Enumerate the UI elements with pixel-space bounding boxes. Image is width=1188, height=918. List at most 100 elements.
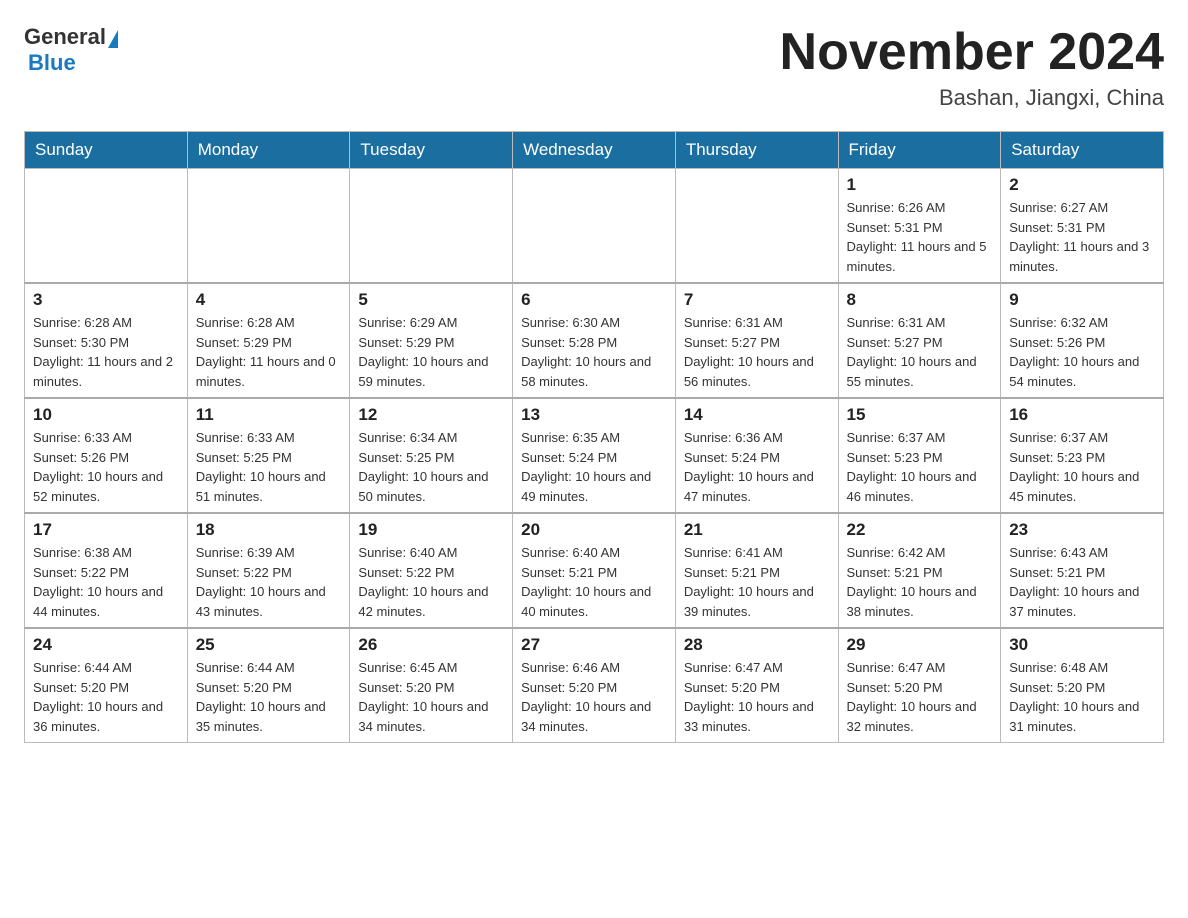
calendar-week-row: 1Sunrise: 6:26 AMSunset: 5:31 PMDaylight… xyxy=(25,169,1164,284)
day-info: Sunrise: 6:39 AMSunset: 5:22 PMDaylight:… xyxy=(196,543,342,621)
logo: General Blue xyxy=(24,24,120,76)
day-number: 18 xyxy=(196,520,342,540)
day-info: Sunrise: 6:40 AMSunset: 5:21 PMDaylight:… xyxy=(521,543,667,621)
calendar-cell xyxy=(187,169,350,284)
day-info: Sunrise: 6:33 AMSunset: 5:25 PMDaylight:… xyxy=(196,428,342,506)
day-info: Sunrise: 6:43 AMSunset: 5:21 PMDaylight:… xyxy=(1009,543,1155,621)
page-header: General Blue November 2024 Bashan, Jiang… xyxy=(24,24,1164,111)
day-info: Sunrise: 6:37 AMSunset: 5:23 PMDaylight:… xyxy=(1009,428,1155,506)
calendar-cell: 26 Sunrise: 6:45 AMSunset: 5:20 PMDayligh… xyxy=(350,628,513,743)
calendar-cell: 30 Sunrise: 6:48 AMSunset: 5:20 PMDayligh… xyxy=(1001,628,1164,743)
calendar-cell: 3Sunrise: 6:28 AMSunset: 5:30 PMDaylight… xyxy=(25,283,188,398)
calendar-cell: 1Sunrise: 6:26 AMSunset: 5:31 PMDaylight… xyxy=(838,169,1001,284)
day-number: 4 xyxy=(196,290,342,310)
day-info: Sunrise: 6:37 AMSunset: 5:23 PMDaylight:… xyxy=(847,428,993,506)
day-number: 15 xyxy=(847,405,993,425)
calendar-cell: 12Sunrise: 6:34 AMSunset: 5:25 PMDayligh… xyxy=(350,398,513,513)
day-number: 20 xyxy=(521,520,667,540)
day-number: 6 xyxy=(521,290,667,310)
calendar-week-row: 24Sunrise: 6:44 AMSunset: 5:20 PMDayligh… xyxy=(25,628,1164,743)
day-number: 26 xyxy=(358,635,504,655)
day-number: 23 xyxy=(1009,520,1155,540)
day-info: Sunrise: 6:35 AMSunset: 5:24 PMDaylight:… xyxy=(521,428,667,506)
weekday-header-sunday: Sunday xyxy=(25,132,188,169)
calendar-cell: 8Sunrise: 6:31 AMSunset: 5:27 PMDaylight… xyxy=(838,283,1001,398)
day-number: 29 xyxy=(847,635,993,655)
day-info: Sunrise: 6:32 AMSunset: 5:26 PMDaylight:… xyxy=(1009,313,1155,391)
location-text: Bashan, Jiangxi, China xyxy=(780,85,1164,111)
day-number: 21 xyxy=(684,520,830,540)
day-info: Sunrise: 6:34 AMSunset: 5:25 PMDaylight:… xyxy=(358,428,504,506)
day-info: Sunrise: 6:47 AMSunset: 5:20 PMDaylight:… xyxy=(847,658,993,736)
day-info: Sunrise: 6:40 AMSunset: 5:22 PMDaylight:… xyxy=(358,543,504,621)
day-info: Sunrise: 6:48 AMSunset: 5:20 PMDaylight:… xyxy=(1009,658,1155,736)
calendar-cell: 22 Sunrise: 6:42 AMSunset: 5:21 PMDayligh… xyxy=(838,513,1001,628)
day-number: 11 xyxy=(196,405,342,425)
title-area: November 2024 Bashan, Jiangxi, China xyxy=(780,24,1164,111)
day-info: Sunrise: 6:42 AMSunset: 5:21 PMDaylight:… xyxy=(847,543,993,621)
day-number: 25 xyxy=(196,635,342,655)
calendar-cell: 10 Sunrise: 6:33 AMSunset: 5:26 PMDayligh… xyxy=(25,398,188,513)
calendar-week-row: 10 Sunrise: 6:33 AMSunset: 5:26 PMDayligh… xyxy=(25,398,1164,513)
calendar-cell: 13 Sunrise: 6:35 AMSunset: 5:24 PMDayligh… xyxy=(513,398,676,513)
day-number: 13 xyxy=(521,405,667,425)
calendar-cell: 21 Sunrise: 6:41 AMSunset: 5:21 PMDayligh… xyxy=(675,513,838,628)
calendar-cell: 29 Sunrise: 6:47 AMSunset: 5:20 PMDayligh… xyxy=(838,628,1001,743)
day-info: Sunrise: 6:44 AMSunset: 5:20 PMDaylight:… xyxy=(33,658,179,736)
day-info: Sunrise: 6:47 AMSunset: 5:20 PMDaylight:… xyxy=(684,658,830,736)
day-number: 10 xyxy=(33,405,179,425)
calendar-week-row: 3Sunrise: 6:28 AMSunset: 5:30 PMDaylight… xyxy=(25,283,1164,398)
day-number: 7 xyxy=(684,290,830,310)
calendar-cell: 18 Sunrise: 6:39 AMSunset: 5:22 PMDayligh… xyxy=(187,513,350,628)
calendar-cell: 24Sunrise: 6:44 AMSunset: 5:20 PMDayligh… xyxy=(25,628,188,743)
calendar-cell: 7Sunrise: 6:31 AMSunset: 5:27 PMDaylight… xyxy=(675,283,838,398)
weekday-header-monday: Monday xyxy=(187,132,350,169)
calendar-cell: 14Sunrise: 6:36 AMSunset: 5:24 PMDayligh… xyxy=(675,398,838,513)
calendar-cell: 28 Sunrise: 6:47 AMSunset: 5:20 PMDayligh… xyxy=(675,628,838,743)
calendar-week-row: 17Sunrise: 6:38 AMSunset: 5:22 PMDayligh… xyxy=(25,513,1164,628)
weekday-header-friday: Friday xyxy=(838,132,1001,169)
calendar-cell: 11 Sunrise: 6:33 AMSunset: 5:25 PMDayligh… xyxy=(187,398,350,513)
calendar-cell: 23 Sunrise: 6:43 AMSunset: 5:21 PMDayligh… xyxy=(1001,513,1164,628)
day-info: Sunrise: 6:28 AMSunset: 5:29 PMDaylight:… xyxy=(196,313,342,391)
day-info: Sunrise: 6:27 AMSunset: 5:31 PMDaylight:… xyxy=(1009,198,1155,276)
calendar-cell xyxy=(513,169,676,284)
weekday-header-wednesday: Wednesday xyxy=(513,132,676,169)
day-number: 16 xyxy=(1009,405,1155,425)
calendar-cell: 16 Sunrise: 6:37 AMSunset: 5:23 PMDayligh… xyxy=(1001,398,1164,513)
day-number: 19 xyxy=(358,520,504,540)
day-info: Sunrise: 6:28 AMSunset: 5:30 PMDaylight:… xyxy=(33,313,179,391)
weekday-header-tuesday: Tuesday xyxy=(350,132,513,169)
weekday-header-row: SundayMondayTuesdayWednesdayThursdayFrid… xyxy=(25,132,1164,169)
day-number: 8 xyxy=(847,290,993,310)
logo-blue-text: Blue xyxy=(28,50,76,75)
calendar-cell: 17Sunrise: 6:38 AMSunset: 5:22 PMDayligh… xyxy=(25,513,188,628)
calendar-table: SundayMondayTuesdayWednesdayThursdayFrid… xyxy=(24,131,1164,743)
day-info: Sunrise: 6:45 AMSunset: 5:20 PMDaylight:… xyxy=(358,658,504,736)
day-number: 28 xyxy=(684,635,830,655)
day-info: Sunrise: 6:46 AMSunset: 5:20 PMDaylight:… xyxy=(521,658,667,736)
day-info: Sunrise: 6:41 AMSunset: 5:21 PMDaylight:… xyxy=(684,543,830,621)
weekday-header-saturday: Saturday xyxy=(1001,132,1164,169)
day-info: Sunrise: 6:26 AMSunset: 5:31 PMDaylight:… xyxy=(847,198,993,276)
calendar-cell xyxy=(675,169,838,284)
day-info: Sunrise: 6:33 AMSunset: 5:26 PMDaylight:… xyxy=(33,428,179,506)
calendar-cell: 15 Sunrise: 6:37 AMSunset: 5:23 PMDayligh… xyxy=(838,398,1001,513)
logo-triangle-icon xyxy=(108,30,118,48)
day-number: 17 xyxy=(33,520,179,540)
calendar-cell: 27Sunrise: 6:46 AMSunset: 5:20 PMDayligh… xyxy=(513,628,676,743)
calendar-cell: 2Sunrise: 6:27 AMSunset: 5:31 PMDaylight… xyxy=(1001,169,1164,284)
calendar-cell: 19 Sunrise: 6:40 AMSunset: 5:22 PMDayligh… xyxy=(350,513,513,628)
day-info: Sunrise: 6:44 AMSunset: 5:20 PMDaylight:… xyxy=(196,658,342,736)
calendar-cell: 20 Sunrise: 6:40 AMSunset: 5:21 PMDayligh… xyxy=(513,513,676,628)
calendar-cell xyxy=(350,169,513,284)
day-number: 22 xyxy=(847,520,993,540)
day-info: Sunrise: 6:29 AMSunset: 5:29 PMDaylight:… xyxy=(358,313,504,391)
day-number: 9 xyxy=(1009,290,1155,310)
day-number: 5 xyxy=(358,290,504,310)
calendar-cell: 9 Sunrise: 6:32 AMSunset: 5:26 PMDaylight… xyxy=(1001,283,1164,398)
month-title: November 2024 xyxy=(780,24,1164,81)
day-number: 30 xyxy=(1009,635,1155,655)
day-number: 14 xyxy=(684,405,830,425)
calendar-cell xyxy=(25,169,188,284)
